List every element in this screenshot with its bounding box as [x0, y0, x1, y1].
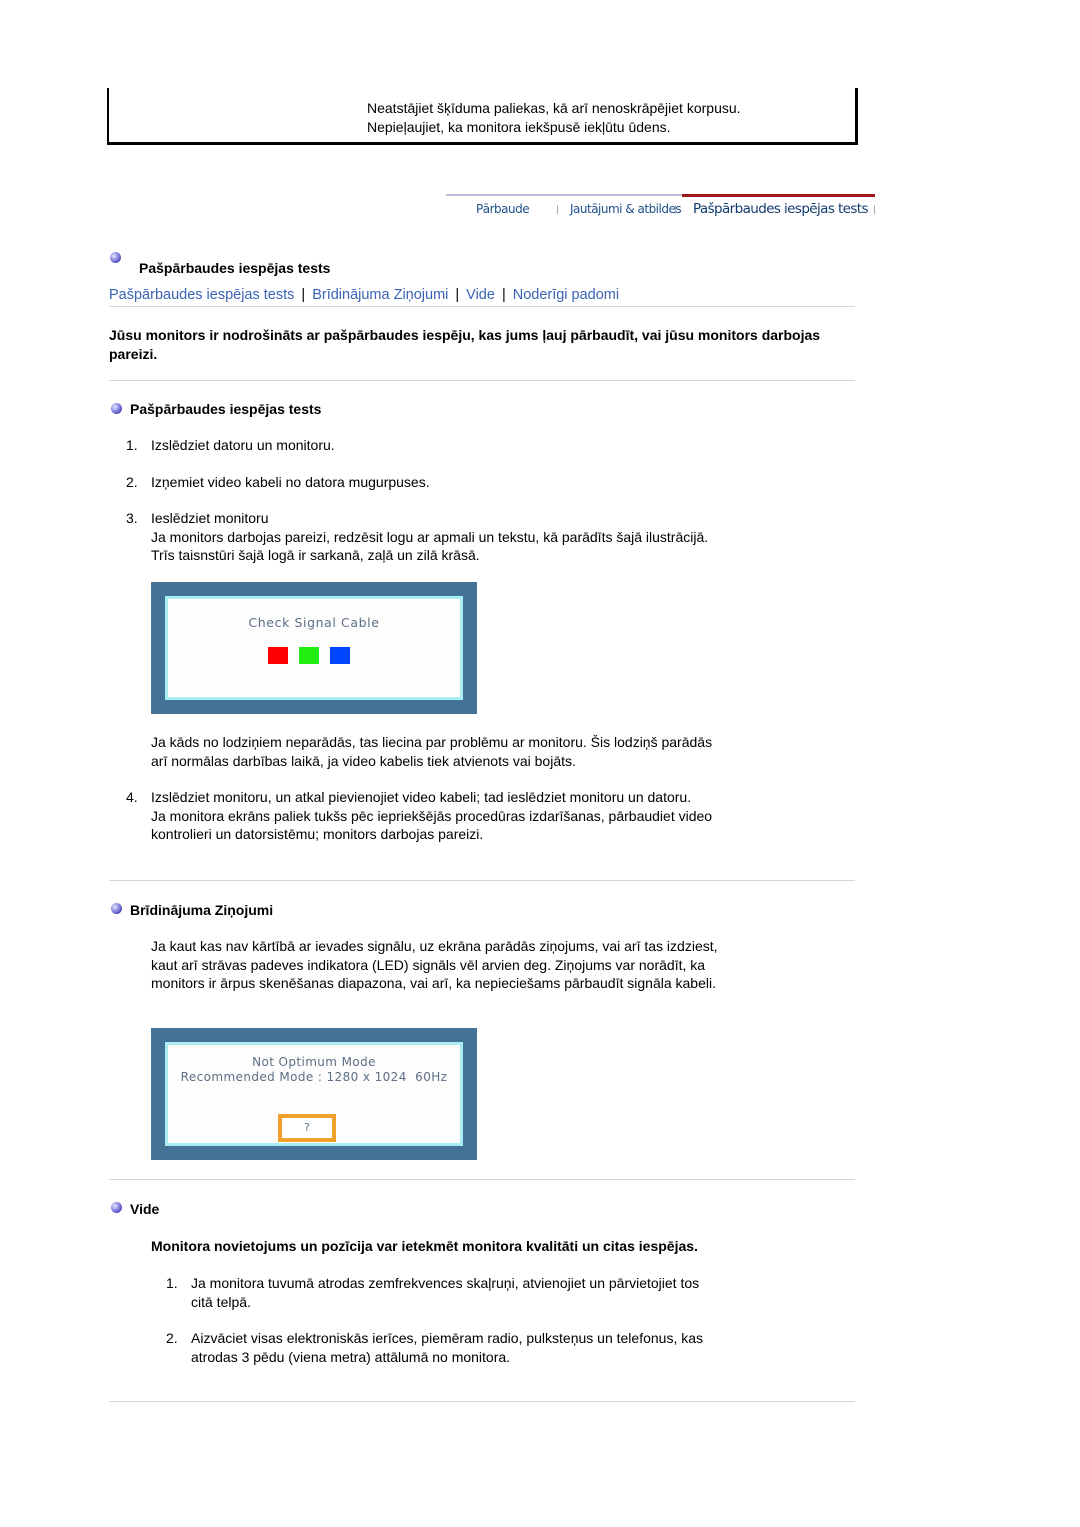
step-number: 2.	[126, 474, 138, 490]
item-text: Aizvāciet visas elektroniskās ierīces, p…	[191, 1329, 703, 1366]
step-number: 4.	[126, 789, 138, 805]
osd-line2: Recommended Mode : 1280 x 1024 60Hz	[180, 1070, 448, 1084]
check-signal-cable-illustration: Check Signal Cable	[151, 582, 477, 714]
section-heading-warnings: Brīdinājuma Ziņojumi	[130, 902, 274, 918]
item-text: Ja monitora tuvumā atrodas zemfrekvences…	[191, 1274, 699, 1311]
text-line: Aizvāciet visas elektroniskās ierīces, p…	[191, 1330, 704, 1346]
tab-jautajumi[interactable]: Jautājumi & atbildes	[570, 202, 682, 216]
text-line: Ja kāds no lodziņiem neparādās, tas liec…	[151, 734, 713, 750]
step-text: Izslēdziet datoru un monitoru.	[151, 437, 335, 453]
not-optimum-mode-illustration: Not Optimum Mode Recommended Mode : 1280…	[151, 1028, 477, 1160]
nav-link-warnings[interactable]: Brīdinājuma Ziņojumi	[312, 287, 448, 303]
osd-window: Not Optimum Mode Recommended Mode : 1280…	[165, 1042, 463, 1146]
section-heading-self-test: Pašpārbaudes iespējas tests	[130, 401, 322, 417]
text-line: arī normālas darbības laikā, ja video ka…	[151, 752, 576, 769]
item-number: 2.	[166, 1330, 178, 1346]
tab-pasparbaudes[interactable]: Pašpārbaudes iespējas tests	[693, 201, 869, 217]
nav-separator: |	[501, 287, 506, 303]
divider	[109, 1179, 855, 1180]
text-line: Ja kaut kas nav kārtībā ar ievades signā…	[151, 938, 718, 954]
blue-square	[330, 647, 350, 664]
bullet-icon	[110, 252, 121, 263]
step-block: Izslēdziet monitoru, un atkal pievienoji…	[151, 788, 712, 844]
divider	[109, 306, 855, 307]
step-detail: kontrolieri un datorsistēmu; monitors da…	[151, 826, 484, 842]
step-text: Izņemiet video kabeli no datora mugurpus…	[151, 474, 430, 490]
step-block: Ieslēdziet monitoru Ja monitors darbojas…	[151, 509, 708, 565]
tab-parbaude[interactable]: Pārbaude	[476, 202, 530, 216]
nav-separator: |	[455, 287, 460, 303]
step-number: 3.	[126, 510, 138, 526]
step-number: 1.	[126, 437, 138, 453]
bullet-icon	[111, 1202, 122, 1213]
step-text: Ieslēdziet monitoru	[151, 510, 269, 526]
text-line: monitors ir ārpus skenēšanas diapazona, …	[151, 975, 716, 991]
green-square	[299, 647, 319, 664]
tab-bar-line	[446, 194, 682, 196]
section-nav: Pašpārbaudes iespējas tests | Brīdinājuma …	[109, 287, 619, 303]
osd-caption: Check Signal Cable	[248, 615, 380, 630]
text-line: kaut arī strāvas padeves indikatora (LED…	[151, 956, 706, 973]
text-line: atrodas 3 pēdu (viena metra) attālumā no…	[191, 1348, 511, 1365]
section-heading-environment: Vide	[130, 1201, 160, 1217]
warnings-text: Ja kaut kas nav kārtībā ar ievades signā…	[151, 937, 718, 993]
red-square	[268, 647, 288, 664]
osd-window: Check Signal Cable	[165, 596, 463, 700]
bullet-icon	[111, 903, 122, 914]
page-title: Pašpārbaudes iespējas tests	[139, 260, 331, 276]
step-detail: Ja monitors darbojas pareizi, redzēsit l…	[151, 528, 709, 545]
nav-link-self-test[interactable]: Pašpārbaudes iespējas tests	[109, 287, 294, 303]
tab-separator	[675, 205, 676, 214]
environment-lead: Monitora novietojums un pozīcija var iet…	[151, 1238, 698, 1254]
bullet-icon	[111, 403, 122, 414]
tab-bar: Pārbaude Jautājumi & atbildes Pašpārbaud…	[446, 194, 876, 222]
step-detail: Trīs taisnstūri šajā logā ir sarkanā, za…	[151, 547, 480, 563]
divider	[109, 1401, 855, 1402]
top-note-line: Nepieļaujiet, ka monitora iekšpusē iekļū…	[367, 119, 671, 135]
text-line: citā telpā.	[191, 1293, 251, 1310]
divider	[109, 380, 855, 381]
nav-separator: |	[301, 287, 306, 303]
nav-link-environment[interactable]: Vide	[466, 287, 495, 303]
tab-separator	[557, 205, 558, 214]
step-detail: Ja monitora ekrāns paliek tukšs pēc iepr…	[151, 807, 713, 824]
tab-separator	[874, 205, 875, 214]
divider	[109, 880, 855, 881]
after-image-text: Ja kāds no lodziņiem neparādās, tas liec…	[151, 733, 712, 770]
osd-question-button: ?	[278, 1114, 336, 1142]
text-line: Ja monitora tuvumā atrodas zemfrekvences…	[191, 1275, 700, 1291]
step-text: Izslēdziet monitoru, un atkal pievienoji…	[151, 789, 692, 805]
item-number: 1.	[166, 1275, 178, 1291]
top-note-line: Neatstājiet šķīduma paliekas, kā arī nen…	[367, 100, 741, 116]
active-tab-indicator	[682, 194, 875, 197]
osd-line1: Not Optimum Mode	[252, 1055, 376, 1069]
top-note-text: Neatstājiet šķīduma paliekas, kā arī nen…	[367, 99, 741, 137]
nav-link-tips[interactable]: Noderīgi padomi	[513, 287, 619, 303]
intro-text: Jūsu monitors ir nodrošināts ar pašpārba…	[109, 327, 821, 362]
